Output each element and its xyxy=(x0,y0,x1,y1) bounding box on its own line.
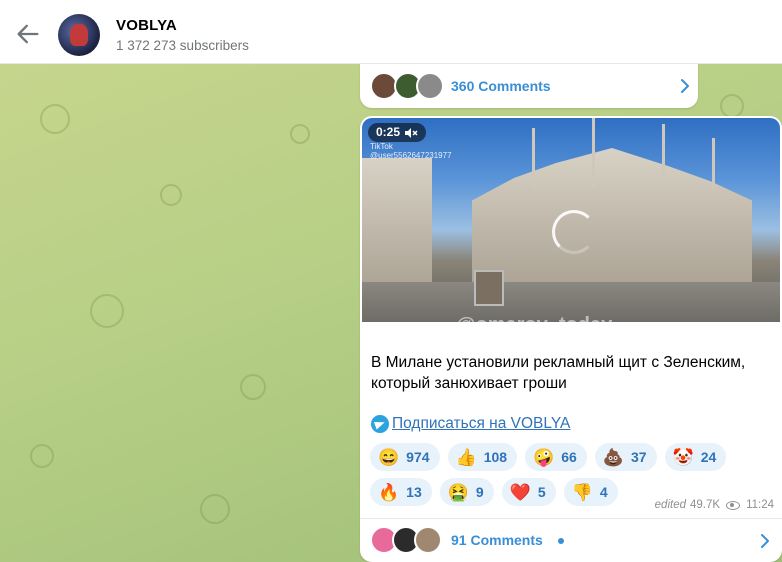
channel-post: 0:25 TikTok @user5562647231977 @omarov_t… xyxy=(360,116,782,562)
thumbs-down-icon: 👎 xyxy=(571,482,593,502)
video-scene xyxy=(592,118,595,188)
post-text: В Милане установили рекламный щит с Зеле… xyxy=(371,354,746,392)
post-time: 11:24 xyxy=(746,499,774,511)
video-scene xyxy=(532,128,535,188)
unread-dot xyxy=(558,538,564,544)
previous-post-comments[interactable]: 360 Comments xyxy=(360,64,698,108)
zany-face-icon: 🤪 xyxy=(533,447,555,467)
chat-header: VOBLYA 1 372 273 subscribers xyxy=(0,0,782,64)
tiktok-label: TikTok xyxy=(370,142,393,151)
comments-label: 91 Comments xyxy=(451,532,543,548)
post-comments-button[interactable]: 91 Comments xyxy=(360,519,782,562)
loading-spinner-icon xyxy=(552,210,596,254)
reaction-thumbs-up[interactable]: 👍 108 xyxy=(447,443,518,471)
reaction-clown[interactable]: 🤡 24 xyxy=(664,443,727,471)
commenter-avatar xyxy=(414,526,442,554)
eye-icon xyxy=(726,500,741,510)
speaker-muted-icon xyxy=(405,127,418,138)
reactions-bar: 😄 974 👍 108 🤪 66 💩 37 🤡 24 🔥 13 🤮 9 ❤️ 5 👎 4 xyxy=(370,443,772,506)
video-duration-badge[interactable]: 0:25 xyxy=(368,123,427,142)
reaction-count: 5 xyxy=(537,484,546,500)
reaction-vomit[interactable]: 🤮 9 xyxy=(439,478,494,506)
duration-label: 0:25 xyxy=(376,125,401,139)
chevron-right-icon xyxy=(681,79,689,93)
tiktok-id: @user5562647231977 xyxy=(370,151,452,160)
view-count: 49.7K xyxy=(690,499,721,511)
poop-icon: 💩 xyxy=(602,447,624,467)
doodle-pattern xyxy=(720,94,744,118)
video-watermark: @omarov_today xyxy=(456,314,612,322)
reaction-count: 37 xyxy=(630,449,647,465)
clown-face-icon: 🤡 xyxy=(672,447,694,467)
subscribe-link[interactable]: Подписаться на VOBLYA xyxy=(371,415,570,433)
channel-avatar[interactable] xyxy=(58,14,100,56)
reaction-count: 9 xyxy=(475,484,484,500)
post-meta: edited 49.7K 11:24 xyxy=(655,499,774,511)
doodle-pattern xyxy=(240,374,266,400)
reaction-thumbs-down[interactable]: 👎 4 xyxy=(563,478,618,506)
reaction-count: 24 xyxy=(700,449,717,465)
reaction-grinning[interactable]: 😄 974 xyxy=(370,443,440,471)
arrow-left-icon[interactable] xyxy=(14,20,42,48)
commenter-avatar xyxy=(416,72,444,100)
reaction-zany[interactable]: 🤪 66 xyxy=(525,443,587,471)
reaction-count: 4 xyxy=(599,484,608,500)
fire-icon: 🔥 xyxy=(378,482,400,502)
doodle-pattern xyxy=(30,444,54,468)
doodle-pattern xyxy=(40,104,70,134)
channel-name[interactable]: VOBLYA xyxy=(116,17,177,34)
reaction-count: 974 xyxy=(406,449,430,465)
comments-label: 360 Comments xyxy=(451,78,551,94)
reaction-fire[interactable]: 🔥 13 xyxy=(370,478,432,506)
telegram-icon xyxy=(371,415,389,433)
reaction-poop[interactable]: 💩 37 xyxy=(594,443,657,471)
video-scene xyxy=(472,148,752,298)
subscriber-count: 1 372 273 subscribers xyxy=(116,38,249,53)
vomiting-face-icon: 🤮 xyxy=(447,482,469,502)
reaction-count: 13 xyxy=(406,484,422,500)
thumbs-up-icon: 👍 xyxy=(455,447,477,467)
doodle-pattern xyxy=(290,124,310,144)
tiktok-tag: TikTok @user5562647231977 xyxy=(370,142,452,160)
chevron-right-icon xyxy=(761,534,769,548)
doodle-pattern xyxy=(200,494,230,524)
edited-label: edited xyxy=(654,499,686,511)
reaction-count: 108 xyxy=(483,449,508,465)
subscribe-link-label: Подписаться на VOBLYA xyxy=(392,415,571,432)
video-scene xyxy=(712,138,715,188)
video-preview[interactable]: 0:25 TikTok @user5562647231977 @omarov_t… xyxy=(362,118,780,322)
video-scene xyxy=(362,158,432,298)
grinning-face-icon: 😄 xyxy=(378,447,400,467)
doodle-pattern xyxy=(90,294,124,328)
heart-icon: ❤️ xyxy=(509,482,531,502)
video-scene xyxy=(662,124,665,184)
doodle-pattern xyxy=(160,184,182,206)
billboard xyxy=(474,270,504,306)
reaction-count: 66 xyxy=(561,449,577,465)
reaction-heart[interactable]: ❤️ 5 xyxy=(501,478,556,506)
